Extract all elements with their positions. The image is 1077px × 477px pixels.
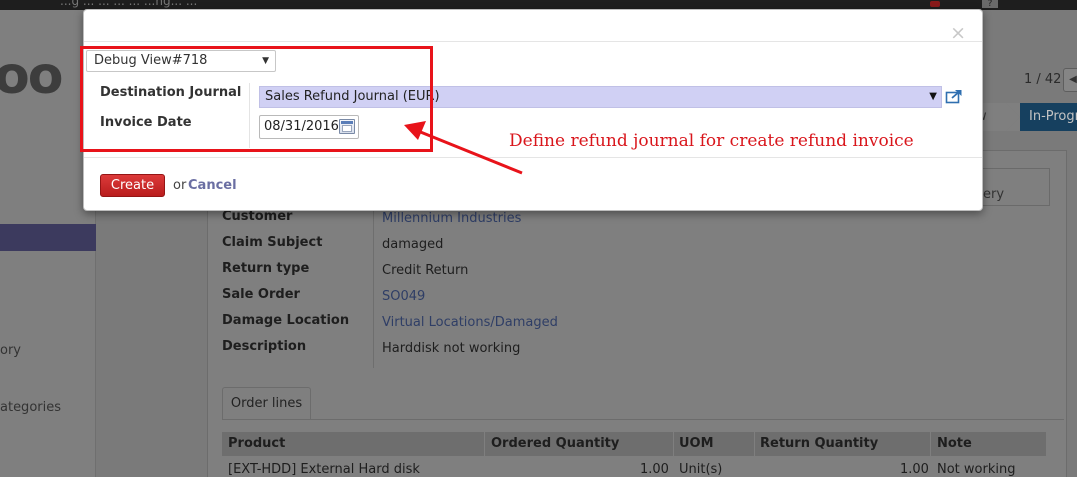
cell-product[interactable]: [EXT-HDD] External Hard disk (228, 462, 420, 477)
column-separator (673, 432, 674, 456)
tab-divider (222, 419, 1064, 420)
status-step-in-progress[interactable]: In-Progr (1020, 103, 1077, 131)
column-separator (484, 432, 485, 456)
column-separator (930, 432, 931, 456)
field-divider (373, 208, 374, 368)
column-separator (754, 432, 755, 456)
field-value-return-type: Credit Return (382, 263, 469, 278)
sidebar-item-category[interactable]: ory (0, 343, 21, 358)
annotation-text: Define refund journal for create refund … (509, 131, 914, 151)
sidebar-item-categories[interactable]: ategories (0, 400, 61, 415)
dialog-footer-divider (84, 157, 982, 158)
cell-note: Not working (937, 462, 1016, 477)
app-logo: oo (0, 46, 63, 106)
cell-ordered-quantity: 1.00 (640, 462, 669, 477)
cancel-link[interactable]: Cancel (188, 178, 237, 193)
field-value-customer[interactable]: Millennium Industries (382, 211, 521, 226)
cell-return-quantity: 1.00 (900, 462, 929, 477)
column-ordered-quantity[interactable]: Ordered Quantity (491, 436, 619, 451)
dialog-header: × (84, 10, 982, 43)
create-button[interactable]: Create (100, 174, 165, 197)
field-label-description: Description (222, 339, 307, 354)
column-product[interactable]: Product (228, 436, 285, 451)
record-pager: 1 / 42 (1024, 72, 1062, 87)
status-arrow (1006, 103, 1020, 131)
field-value-damage-location[interactable]: Virtual Locations/Damaged (382, 315, 558, 330)
order-lines-header: Product Ordered Quantity UOM Return Quan… (222, 432, 1046, 456)
pager-previous-button[interactable]: ◀ (1063, 68, 1077, 92)
field-label-customer: Customer (222, 209, 293, 224)
chevron-down-icon: ▼ (929, 91, 937, 102)
field-value-sale-order[interactable]: SO049 (382, 289, 425, 304)
top-menu-text: ...g ... ... ... ... ...ng... ... (60, 0, 198, 8)
sidebar-item-active[interactable] (0, 224, 96, 251)
column-note[interactable]: Note (937, 436, 972, 451)
field-label-sale-order: Sale Order (222, 287, 300, 302)
column-return-quantity[interactable]: Return Quantity (760, 436, 878, 451)
cell-uom: Unit(s) (679, 462, 723, 477)
field-label-claim-subject: Claim Subject (222, 235, 323, 250)
tab-order-lines[interactable]: Order lines (222, 387, 311, 420)
field-label-damage-location: Damage Location (222, 313, 350, 328)
column-uom[interactable]: UOM (679, 436, 714, 451)
close-icon[interactable]: × (950, 24, 966, 43)
notification-icon[interactable] (930, 1, 940, 7)
external-link-icon[interactable] (945, 88, 963, 104)
field-label-return-type: Return type (222, 261, 310, 276)
help-icon[interactable]: ? (982, 0, 998, 9)
annotation-highlight-box (80, 46, 433, 152)
field-value-claim-subject: damaged (382, 237, 444, 252)
field-value-description: Harddisk not working (382, 341, 521, 356)
or-text: or (173, 178, 187, 193)
